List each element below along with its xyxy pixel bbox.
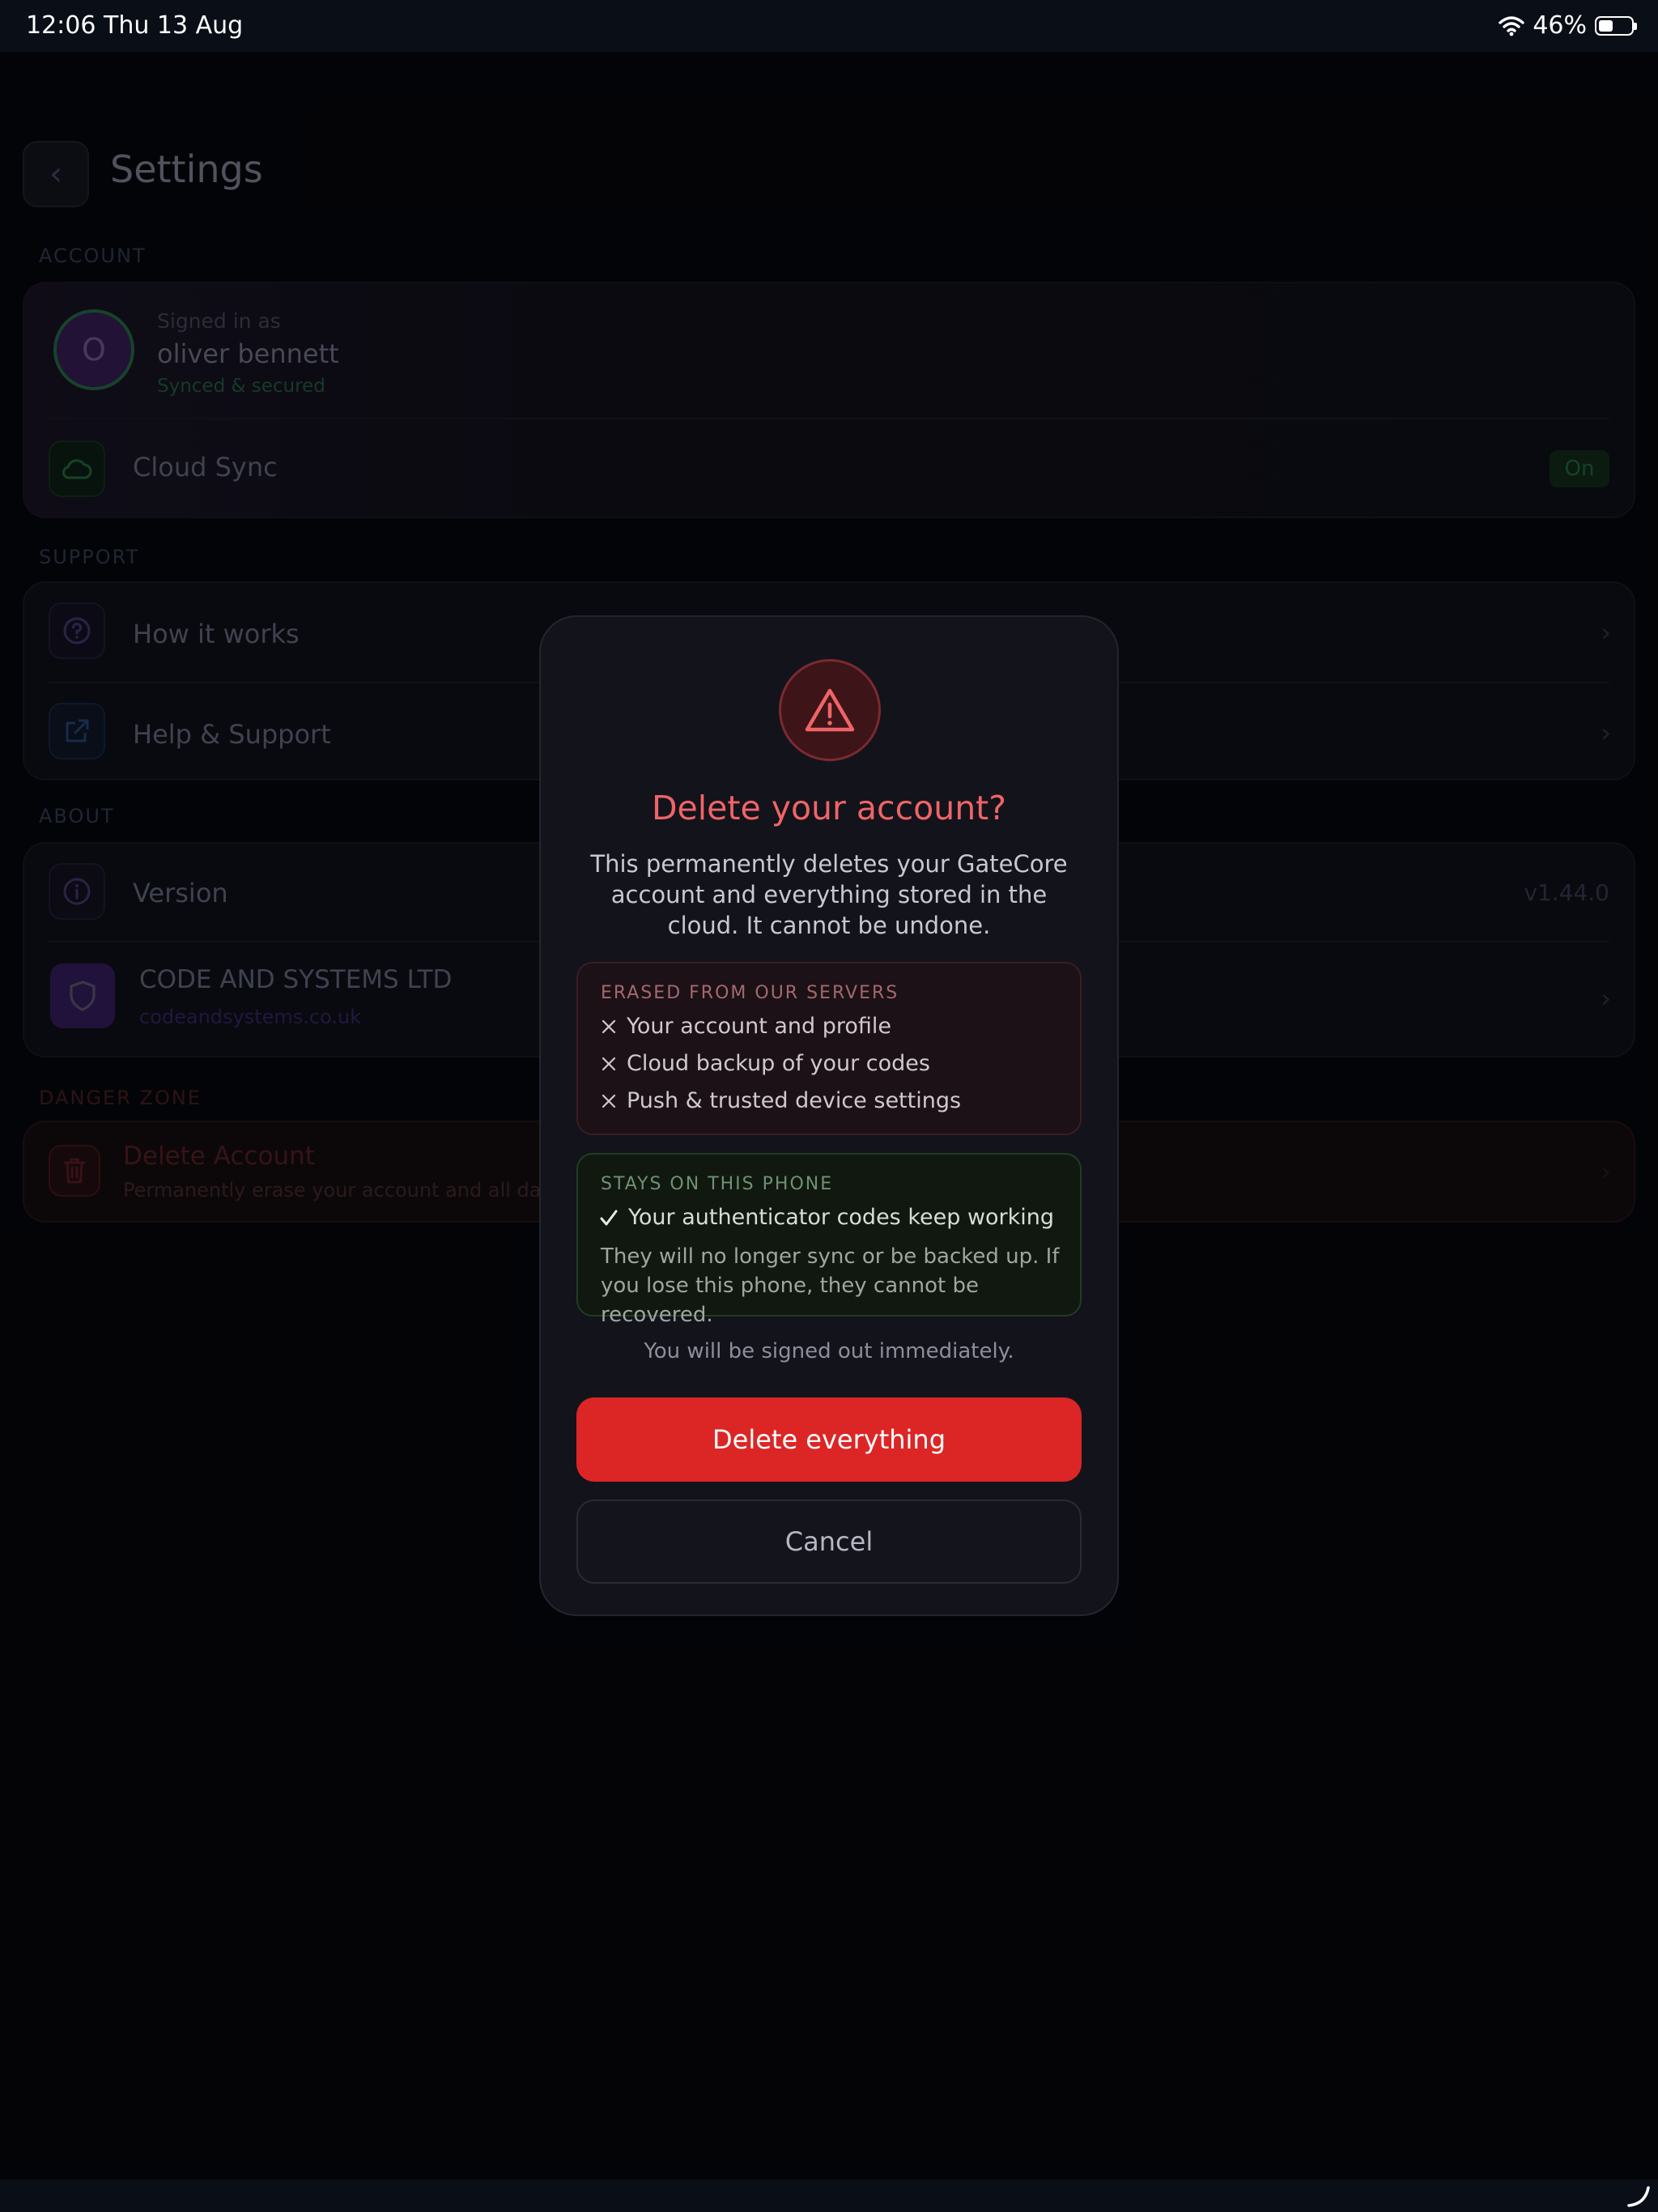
battery-percent: 46% (1533, 11, 1587, 40)
status-indicators: 46% (1499, 11, 1637, 40)
stays-box: STAYS ON THIS PHONE Your authenticator c… (576, 1153, 1082, 1327)
erased-item-text: Push & trusted device settings (627, 1088, 962, 1113)
wifi-icon (1499, 15, 1525, 36)
resize-handle-icon (1627, 2186, 1650, 2207)
erased-item: Your account and profile (601, 1014, 891, 1039)
erased-label: ERASED FROM OUR SERVERS (601, 983, 899, 1003)
dialog-description: This permanently deletes your GateCore a… (590, 850, 1068, 939)
stays-label: STAYS ON THIS PHONE (601, 1174, 834, 1194)
x-icon (602, 1057, 616, 1070)
erased-item: Push & trusted device settings (601, 1088, 961, 1113)
erased-box: ERASED FROM OUR SERVERS Your account and… (576, 962, 1082, 1135)
check-icon (600, 1210, 618, 1225)
bottom-bar (0, 2180, 1658, 2212)
erased-item-text: Your account and profile (627, 1014, 892, 1039)
delete-everything-button[interactable]: Delete everything (576, 1397, 1082, 1482)
dialog-title: Delete your account? (651, 789, 1007, 827)
stays-item-text: Your authenticator codes keep working (628, 1205, 1055, 1230)
cancel-button[interactable]: Cancel (576, 1499, 1082, 1584)
stays-note: They will no longer sync or be backed up… (601, 1244, 1060, 1327)
status-time: 12:06 (26, 11, 96, 40)
delete-account-dialog: Delete your account? This permanently de… (539, 615, 1119, 1616)
status-date: Thu 13 Aug (104, 11, 244, 40)
stays-item: Your authenticator codes keep working (599, 1205, 1054, 1230)
status-bar: 12:06 Thu 13 Aug 46% (0, 0, 1658, 52)
x-icon (602, 1094, 616, 1108)
signout-note: You will be signed out immediately. (644, 1339, 1014, 1363)
warning-icon (779, 659, 881, 761)
battery-icon (1595, 15, 1637, 36)
x-icon (602, 1019, 616, 1033)
erased-item: Cloud backup of your codes (601, 1051, 930, 1076)
erased-item-text: Cloud backup of your codes (627, 1051, 930, 1076)
battery-level (1599, 19, 1613, 32)
